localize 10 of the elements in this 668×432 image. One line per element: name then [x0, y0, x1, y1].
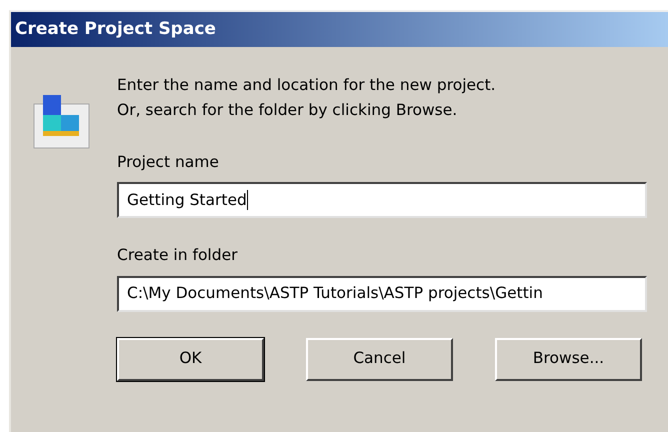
dialog-button[interactable]: Cancel	[306, 338, 453, 380]
text-field[interactable]: C:\My Documents\ASTP Tutorials\ASTP projects\Gettin	[117, 276, 647, 312]
instruction-text: Or, search for the folder by clicking Browse.	[117, 100, 458, 121]
text-field[interactable]: Getting Started	[117, 182, 647, 218]
field-label: Project name	[117, 152, 220, 173]
dialog-button[interactable]: OK	[117, 338, 264, 380]
window-title: Create Project Space	[15, 18, 216, 41]
field-label: Create in folder	[117, 245, 238, 266]
dialog-button[interactable]: Browse...	[495, 338, 642, 380]
instruction-text: Enter the name and location for the new project.	[117, 75, 497, 96]
